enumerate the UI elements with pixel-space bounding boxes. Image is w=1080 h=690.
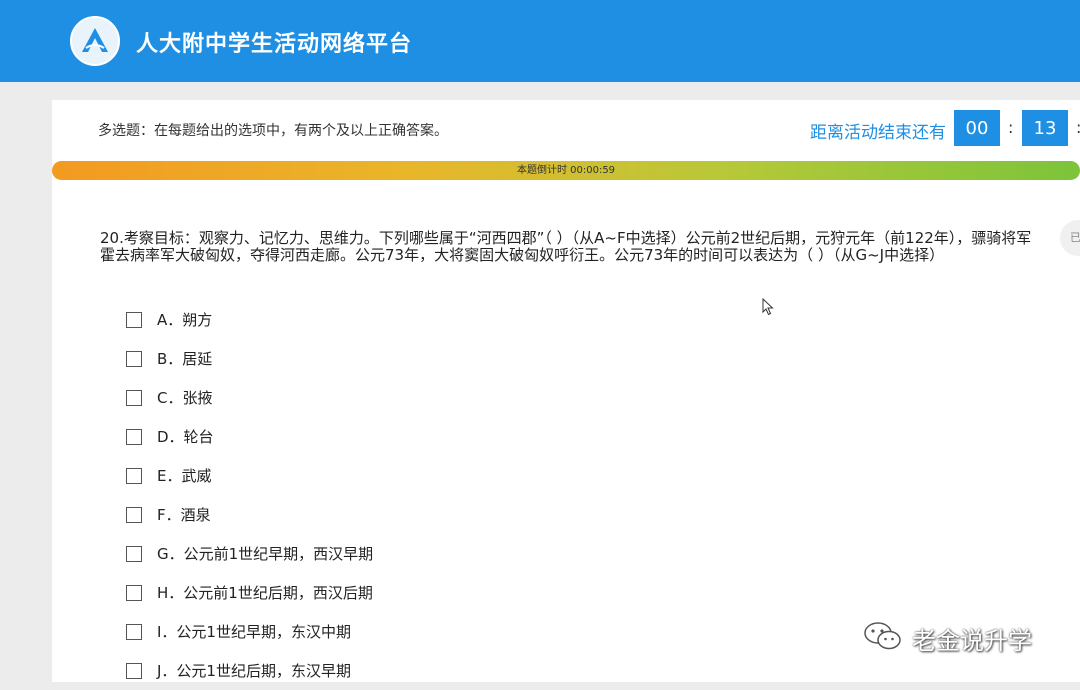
option-label: F．酒泉 (157, 506, 211, 524)
time-separator: : (1076, 118, 1080, 137)
option-label: D．轮台 (157, 428, 214, 446)
option-d[interactable]: D．轮台 (126, 417, 373, 456)
option-label: A．朔方 (157, 311, 213, 329)
question-timer-progress-bar: 本题倒计时 00:00:59 (52, 161, 1080, 180)
option-h[interactable]: H．公元前1世纪后期，西汉后期 (126, 573, 373, 612)
option-label: H．公元前1世纪后期，西汉后期 (157, 584, 373, 602)
countdown-label: 距离活动结束还有 (810, 123, 946, 143)
option-label: C．张掖 (157, 389, 213, 407)
time-separator: : (1008, 118, 1014, 137)
option-f[interactable]: F．酒泉 (126, 495, 373, 534)
watermark-text: 老金说升学 (912, 626, 1032, 655)
checkbox-h[interactable] (126, 584, 142, 601)
option-a[interactable]: A．朔方 (126, 300, 373, 339)
option-j[interactable]: J．公元1世纪后期，东汉早期 (126, 651, 373, 690)
checkbox-a[interactable] (126, 311, 142, 328)
option-label: I．公元1世纪早期，东汉中期 (157, 623, 351, 641)
option-b[interactable]: B．居延 (126, 339, 373, 378)
option-list: A．朔方 B．居延 C．张掖 D．轮台 E．武威 F．酒泉 G．公元前1世纪早期… (126, 300, 373, 690)
option-label: J．公元1世纪后期，东汉早期 (157, 662, 351, 680)
checkbox-g[interactable] (126, 545, 142, 562)
checkbox-e[interactable] (126, 467, 142, 484)
question-panel: 多选题：在每题给出的选项中，有两个及以上正确答案。 距离活动结束还有 00 : … (52, 100, 1080, 682)
question-timer-text: 本题倒计时 00:00:59 (516, 165, 616, 176)
question-type-instruction: 多选题：在每题给出的选项中，有两个及以上正确答案。 (98, 123, 448, 139)
question-text: 20.考察目标：观察力、记忆力、思维力。下列哪些属于“河西四郡”（ ）（从A~F… (100, 229, 1032, 264)
checkbox-j[interactable] (126, 662, 142, 679)
checkbox-f[interactable] (126, 506, 142, 523)
countdown-minutes: 00 (954, 110, 1000, 146)
watermark: 老金说升学 (862, 620, 1032, 656)
side-answered-tab[interactable]: 已 (1060, 220, 1080, 256)
school-logo-icon (70, 16, 120, 66)
option-i[interactable]: I．公元1世纪早期，东汉中期 (126, 612, 373, 651)
option-label: B．居延 (157, 350, 213, 368)
checkbox-d[interactable] (126, 428, 142, 445)
option-c[interactable]: C．张掖 (126, 378, 373, 417)
checkbox-i[interactable] (126, 623, 142, 640)
checkbox-c[interactable] (126, 389, 142, 406)
wechat-icon (862, 620, 904, 656)
app-title: 人大附中学生活动网络平台 (136, 32, 413, 57)
option-g[interactable]: G．公元前1世纪早期，西汉早期 (126, 534, 373, 573)
mouse-pointer-icon (762, 297, 774, 320)
option-e[interactable]: E．武威 (126, 456, 373, 495)
top-header: 人大附中学生活动网络平台 (0, 0, 1080, 82)
option-label: E．武威 (157, 467, 212, 485)
countdown-seconds: 13 (1022, 110, 1068, 146)
checkbox-b[interactable] (126, 350, 142, 367)
option-label: G．公元前1世纪早期，西汉早期 (157, 545, 374, 563)
